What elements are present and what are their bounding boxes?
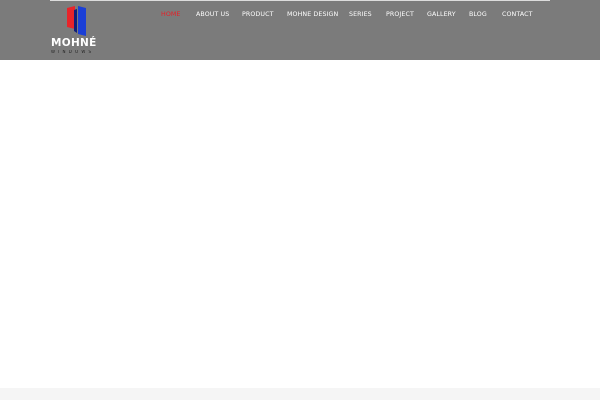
nav-item-series[interactable]: SERIES: [349, 10, 372, 20]
main-navigation: HOME ABOUT US PRODUCT MOHNE DESIGN SERIE…: [0, 10, 600, 20]
nav-item-home[interactable]: HOME: [161, 10, 181, 20]
brand-name: MOHNÉ: [51, 37, 97, 49]
nav-item-mohne-design[interactable]: MOHNE DESIGN: [287, 10, 338, 20]
nav-item-product[interactable]: PRODUCT: [242, 10, 274, 20]
nav-item-about-us[interactable]: ABOUT US: [196, 10, 229, 20]
site-header: MOHNÉ WINDOWS HOME ABOUT US PRODUCT MOHN…: [0, 0, 600, 60]
header-top-divider: [50, 0, 550, 1]
nav-item-blog[interactable]: BLOG: [469, 10, 487, 20]
main-content: [0, 60, 600, 388]
footer-strip: [0, 388, 600, 400]
brand-tagline: WINDOWS: [51, 50, 95, 54]
nav-item-contact[interactable]: CONTACT: [502, 10, 533, 20]
nav-item-project[interactable]: PROJECT: [386, 10, 414, 20]
nav-item-gallery[interactable]: GALLERY: [427, 10, 456, 20]
page: MOHNÉ WINDOWS HOME ABOUT US PRODUCT MOHN…: [0, 0, 600, 400]
